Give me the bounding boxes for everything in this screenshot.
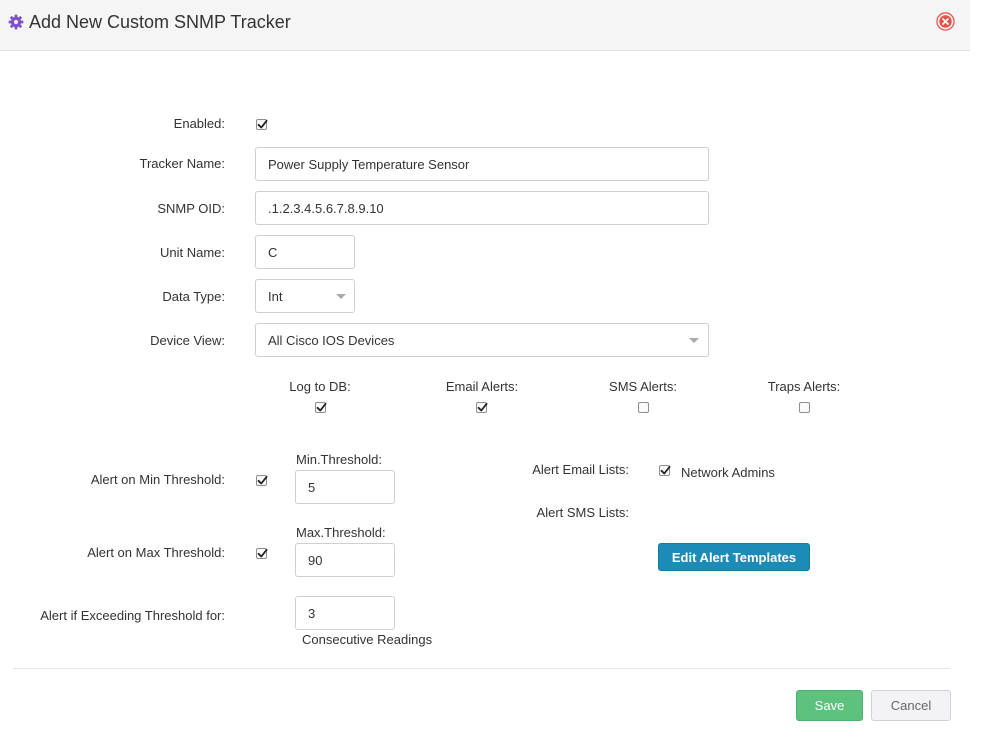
- device-view-label: Device View:: [150, 333, 225, 348]
- enabled-label: Enabled:: [173, 116, 225, 131]
- close-icon[interactable]: [936, 12, 955, 31]
- checkmark-icon: [257, 548, 268, 558]
- data-type-value: Int: [268, 288, 283, 304]
- alert-max-checkbox[interactable]: [256, 548, 268, 559]
- alert-max-label: Alert on Max Threshold:: [87, 545, 225, 560]
- edit-alert-templates-button[interactable]: Edit Alert Templates: [658, 543, 810, 571]
- traps-alerts-label: Traps Alerts:: [767, 379, 841, 394]
- exceeding-readings-input[interactable]: 3: [295, 596, 395, 630]
- alert-min-checkbox[interactable]: [256, 475, 268, 486]
- gear-icon: [8, 14, 24, 30]
- tracker-name-input[interactable]: Power Supply Temperature Sensor: [255, 147, 709, 181]
- device-view-select[interactable]: All Cisco IOS Devices: [255, 323, 709, 357]
- log-to-db-label: Log to DB:: [289, 379, 351, 394]
- enabled-checkbox[interactable]: [256, 119, 268, 130]
- sms-alerts-checkbox[interactable]: [638, 402, 649, 413]
- footer-divider: [13, 668, 950, 669]
- tracker-name-label: Tracker Name:: [139, 156, 225, 171]
- max-threshold-value: 90: [308, 552, 323, 568]
- checkmark-icon: [257, 475, 268, 485]
- min-threshold-label: Min.Threshold:: [296, 452, 382, 467]
- traps-alerts-checkbox[interactable]: [799, 402, 810, 413]
- unit-name-input[interactable]: C: [255, 235, 355, 269]
- alert-min-label: Alert on Min Threshold:: [90, 472, 225, 487]
- unit-name-value: C: [268, 244, 278, 260]
- sms-alerts-label: SMS Alerts:: [609, 379, 677, 394]
- checkmark-icon: [257, 119, 268, 129]
- snmp-oid-input[interactable]: .1.2.3.4.5.6.7.8.9.10: [255, 191, 709, 225]
- snmp-oid-value: .1.2.3.4.5.6.7.8.9.10: [268, 200, 384, 216]
- checkmark-icon: [477, 402, 488, 412]
- network-admins-label: Network Admins: [681, 465, 775, 480]
- exceeding-readings-value: 3: [308, 605, 316, 621]
- log-to-db-checkbox[interactable]: [315, 402, 327, 413]
- data-type-select[interactable]: Int: [255, 279, 355, 313]
- checkmark-icon: [316, 402, 327, 412]
- data-type-label: Data Type:: [162, 289, 225, 304]
- dialog-header: Add New Custom SNMP Tracker: [0, 0, 970, 51]
- tracker-name-value: Power Supply Temperature Sensor: [268, 156, 470, 172]
- min-threshold-input[interactable]: 5: [295, 470, 395, 504]
- alert-email-lists-label: Alert Email Lists:: [532, 462, 629, 477]
- max-threshold-input[interactable]: 90: [295, 543, 395, 577]
- device-view-value: All Cisco IOS Devices: [268, 332, 395, 348]
- email-alerts-label: Email Alerts:: [445, 379, 519, 394]
- max-threshold-label: Max.Threshold:: [296, 525, 386, 540]
- exceeding-label: Alert if Exceeding Threshold for:: [40, 608, 225, 623]
- email-alerts-checkbox[interactable]: [476, 402, 488, 413]
- consecutive-readings-label: Consecutive Readings: [302, 632, 433, 647]
- chevron-down-icon: [689, 338, 699, 343]
- cancel-button[interactable]: Cancel: [871, 690, 951, 721]
- unit-name-label: Unit Name:: [159, 245, 225, 260]
- network-admins-checkbox[interactable]: [659, 465, 671, 476]
- checkmark-icon: [660, 465, 671, 475]
- chevron-down-icon: [336, 294, 346, 299]
- min-threshold-value: 5: [308, 479, 316, 495]
- alert-sms-lists-label: Alert SMS Lists:: [536, 505, 629, 520]
- snmp-oid-label: SNMP OID:: [157, 201, 225, 216]
- dialog-title: Add New Custom SNMP Tracker: [29, 12, 291, 32]
- save-button[interactable]: Save: [796, 690, 863, 721]
